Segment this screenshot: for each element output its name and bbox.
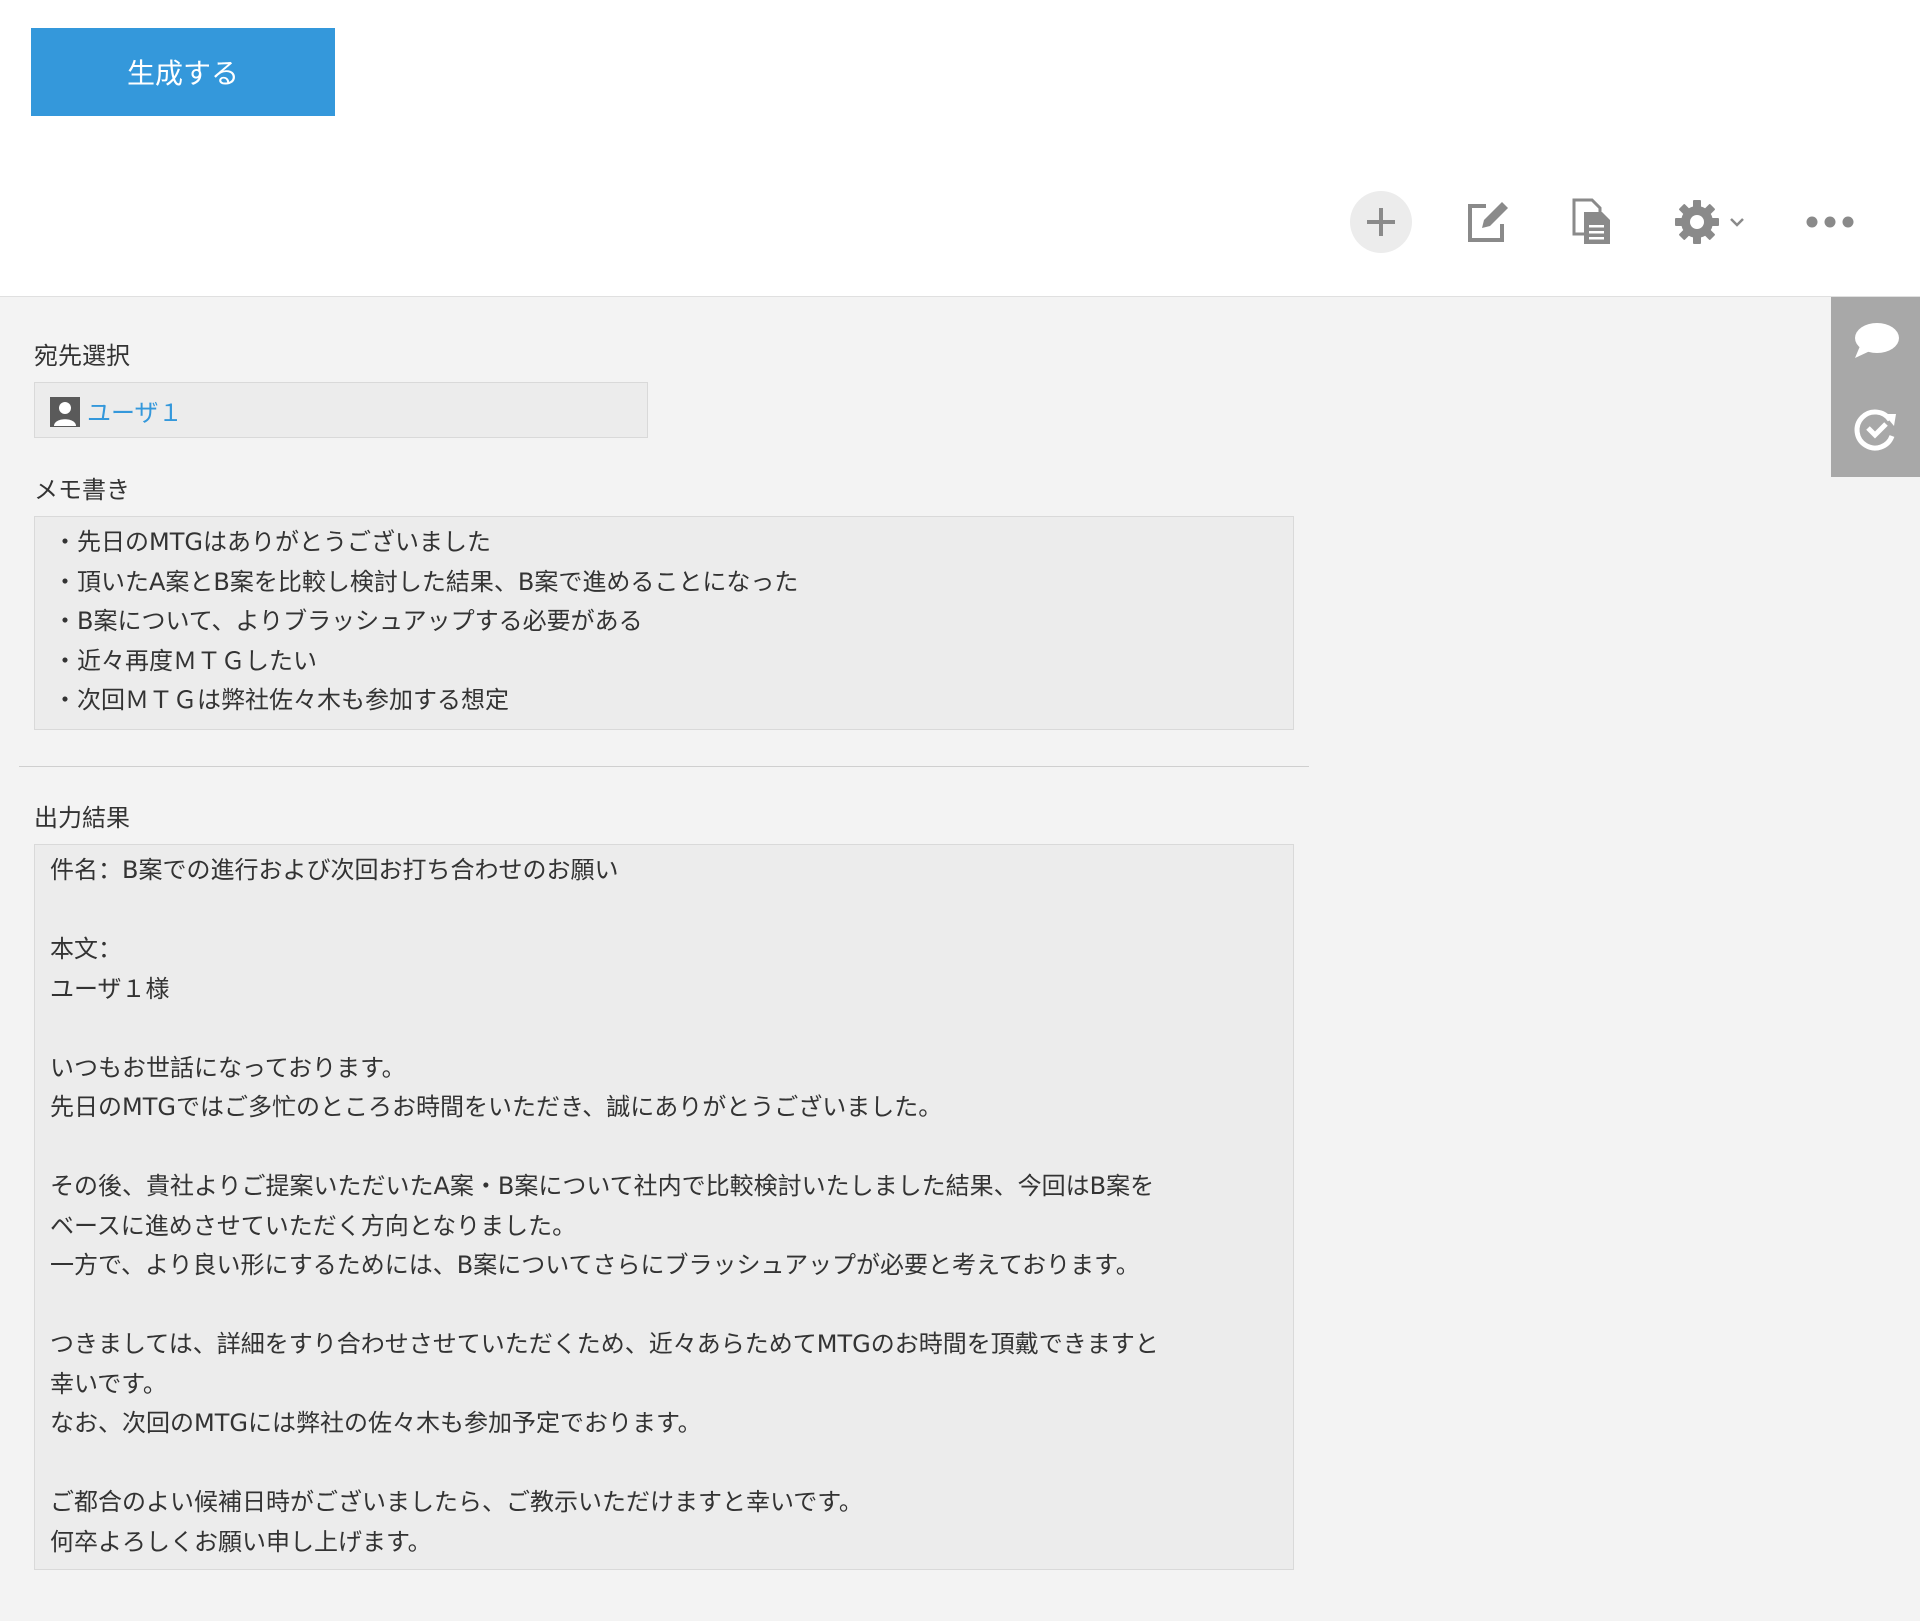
recipient-label: 宛先選択 <box>34 342 130 370</box>
output-line: 一方で、より良い形にするためには、B案についてさらにブラッシュアップが必要と考え… <box>50 1251 1140 1279</box>
output-line: なお、次回のMTGには弊社の佐々木も参加予定でおります。 <box>50 1409 702 1437</box>
plus-icon <box>1367 208 1395 236</box>
comment-bubble-icon <box>1854 323 1899 358</box>
edit-icon <box>1468 202 1508 242</box>
recipient-user-link[interactable]: ユーザ１ <box>87 393 183 428</box>
output-label: 出力結果 <box>34 804 130 832</box>
output-line: 件名：B案での進行および次回お打ち合わせのお願い <box>50 856 619 884</box>
memo-line: ・頂いたA案とB案を比較し検討した結果、B案で進めることになった <box>53 567 799 596</box>
gear-icon <box>1675 200 1719 244</box>
history-button[interactable] <box>1831 387 1920 473</box>
more-dots-icon <box>1806 216 1854 228</box>
header-area: 生成する <box>0 0 1920 297</box>
section-divider <box>19 766 1309 767</box>
memo-line: ・次回ＭＴＧは弊社佐々木も参加する想定 <box>53 686 509 714</box>
output-line: 先日のMTGではご多忙のところお時間をいただき、誠にありがとうございました。 <box>50 1093 943 1121</box>
memo-line: ・先日のMTGはありがとうございました <box>53 528 491 556</box>
user-icon <box>50 397 80 427</box>
add-button[interactable] <box>1350 191 1412 253</box>
settings-button[interactable] <box>1664 190 1754 254</box>
chevron-down-icon <box>1730 218 1744 227</box>
memo-line: ・近々再度ＭＴＧしたい <box>53 646 317 675</box>
side-panel <box>1831 297 1920 477</box>
output-line: つきましては、詳細をすり合わせさせていただくため、近々あらためてMTGのお時間を… <box>50 1330 1159 1358</box>
more-button[interactable] <box>1800 190 1860 254</box>
copy-button[interactable] <box>1560 190 1624 254</box>
output-textarea[interactable]: 件名：B案での進行および次回お打ち合わせのお願い 本文： ユーザ１様 いつもお世話… <box>34 844 1294 1570</box>
edit-button[interactable] <box>1454 190 1518 254</box>
output-line: ベースに進めさせていただく方向となりました。 <box>50 1211 577 1240</box>
memo-label: メモ書き <box>34 476 130 504</box>
memo-textarea[interactable]: ・先日のMTGはありがとうございました・頂いたA案とB案を比較し検討した結果、B… <box>34 516 1294 730</box>
history-icon <box>1854 409 1896 451</box>
output-line: ご都合のよい候補日時がございましたら、ご教示いただけますと幸いです。 <box>50 1488 863 1516</box>
output-line: その後、貴社よりご提案いただいたA案・B案について社内で比較検討いたしました結果… <box>50 1172 1155 1200</box>
comment-button[interactable] <box>1831 297 1920 383</box>
recipient-field[interactable]: ユーザ１ <box>34 382 648 438</box>
copy-document-icon <box>1572 198 1610 244</box>
output-line: いつもお世話になっております。 <box>50 1053 406 1082</box>
generate-button[interactable]: 生成する <box>31 28 335 116</box>
output-line: 幸いです。 <box>50 1369 167 1398</box>
output-line: 本文： <box>50 935 122 963</box>
output-line: ユーザ１様 <box>50 974 170 1003</box>
memo-line: ・B案について、よりブラッシュアップする必要がある <box>53 607 643 635</box>
output-line: 何卒よろしくお願い申し上げます。 <box>50 1527 432 1556</box>
